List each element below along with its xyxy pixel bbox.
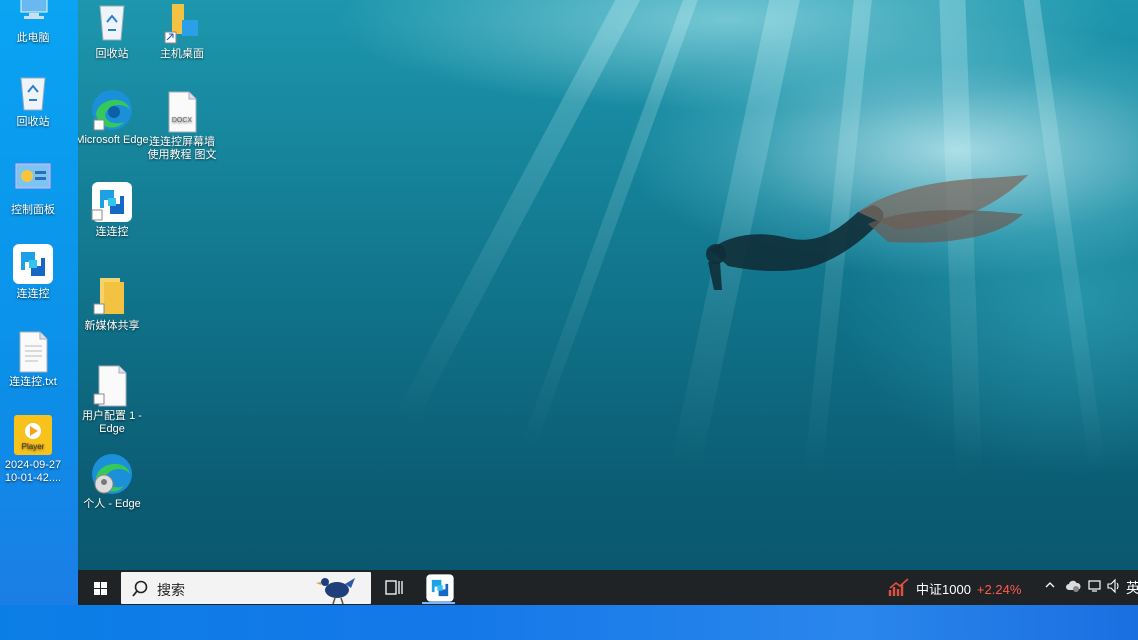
stock-change: +2.24% <box>976 582 1022 597</box>
input-language-indicator[interactable]: 英 <box>1126 578 1138 598</box>
remote-desktop-screen[interactable]: 回收站 主机桌面 Microsoft Edge DOCX 连连控屏幕墙使用教程 … <box>78 0 1138 605</box>
stock-chart-icon <box>888 578 909 596</box>
remote-icon-user-profile-edge[interactable]: 用户配置 1 - Edge <box>78 364 149 436</box>
desktop-icon-txt-file[interactable]: 连连控.txt <box>0 330 70 389</box>
lianliankong-icon <box>11 242 55 286</box>
search-placeholder: 搜索 <box>157 582 185 598</box>
volume-icon[interactable] <box>1106 578 1122 599</box>
remote-icon-media-share[interactable]: 新媒体共享 <box>78 274 149 333</box>
desktop-icon-label: 用户配置 1 - Edge <box>82 410 142 435</box>
recycle-bin-icon <box>11 70 55 114</box>
local-desktop-bottom-strip <box>0 605 1138 640</box>
desktop-icon-recycle-bin[interactable]: 回收站 <box>0 70 70 129</box>
computer-icon <box>11 0 55 30</box>
desktop-icon-label: 个人 - Edge <box>83 498 141 510</box>
diver-silhouette <box>706 175 1028 290</box>
text-file-icon <box>11 330 55 374</box>
desktop-icon-label: 2024-09-27 10-01-42.... <box>4 459 62 484</box>
windows-logo-icon <box>94 582 107 595</box>
active-app-indicator <box>422 602 455 604</box>
edge-icon <box>90 88 134 132</box>
remote-icon-edge[interactable]: Microsoft Edge <box>78 88 149 147</box>
desktop-icon-label: Microsoft Edge <box>78 134 149 146</box>
remote-icon-docx[interactable]: DOCX 连连控屏幕墙使用教程 图文 <box>145 90 219 162</box>
remote-icon-personal-edge[interactable]: 个人 - Edge <box>78 452 149 511</box>
desktop-icon-label: 连连控屏幕墙使用教程 图文 <box>147 136 217 161</box>
desktop-icon-label: 回收站 <box>95 48 129 60</box>
desktop-icon-label: 此电脑 <box>16 32 50 44</box>
recycle-bin-icon <box>90 2 134 46</box>
desktop-icon-label: 连连控 <box>95 226 129 238</box>
search-highlight-bird-icon <box>316 578 355 604</box>
desktop-icon-control-panel[interactable]: 控制面板 <box>0 158 70 217</box>
desktop-icon-label: 控制面板 <box>11 204 55 216</box>
desktop-icon-this-pc[interactable]: 此电脑 <box>0 0 66 45</box>
taskbar-app-lianliankong[interactable] <box>425 573 455 603</box>
desktop-icon-video[interactable]: Player 2024-09-27 10-01-42.... <box>0 413 70 485</box>
start-button[interactable] <box>86 576 114 600</box>
task-view-icon <box>385 580 403 595</box>
desktop-icon-label: 回收站 <box>16 116 50 128</box>
svg-text:Player: Player <box>22 442 45 451</box>
desktop-icon-label: 主机桌面 <box>160 48 204 60</box>
player-video-icon: Player <box>11 413 55 457</box>
remote-icon-host-desktop[interactable]: 主机桌面 <box>145 2 219 61</box>
taskbar: 搜索 中证1000 +2.24% 英 <box>78 570 1138 605</box>
light-ray <box>1018 0 1107 477</box>
desktop-icon-lianliankong[interactable]: 连连控 <box>0 242 70 301</box>
folder-icon <box>90 274 134 318</box>
remote-icon-recycle-bin[interactable]: 回收站 <box>78 2 149 61</box>
stock-widget[interactable]: 中证1000 +2.24% <box>916 579 1021 598</box>
network-display-icon[interactable] <box>1086 579 1102 598</box>
stock-name: 中证1000 <box>916 582 971 597</box>
tray-overflow-chevron-icon[interactable] <box>1044 579 1056 594</box>
file-icon <box>90 364 134 408</box>
edge-profile-icon <box>90 452 134 496</box>
folder-shortcut-icon <box>160 2 204 46</box>
control-panel-icon <box>11 158 55 202</box>
svg-text:DOCX: DOCX <box>172 117 193 124</box>
light-ray <box>520 0 712 452</box>
docx-file-icon: DOCX <box>160 90 204 134</box>
lianliankong-icon <box>90 180 134 224</box>
taskbar-search-box[interactable]: 搜索 <box>121 572 371 604</box>
task-view-button[interactable] <box>383 577 405 599</box>
remote-icon-lianliankong[interactable]: 连连控 <box>78 180 149 239</box>
desktop-icon-label: 新媒体共享 <box>84 320 140 332</box>
desktop-icon-label: 连连控.txt <box>9 376 57 388</box>
desktop-icon-label: 连连控 <box>16 288 50 300</box>
lianliankong-icon <box>426 574 454 602</box>
cloud-sync-icon[interactable] <box>1065 579 1081 598</box>
search-icon <box>132 580 148 597</box>
